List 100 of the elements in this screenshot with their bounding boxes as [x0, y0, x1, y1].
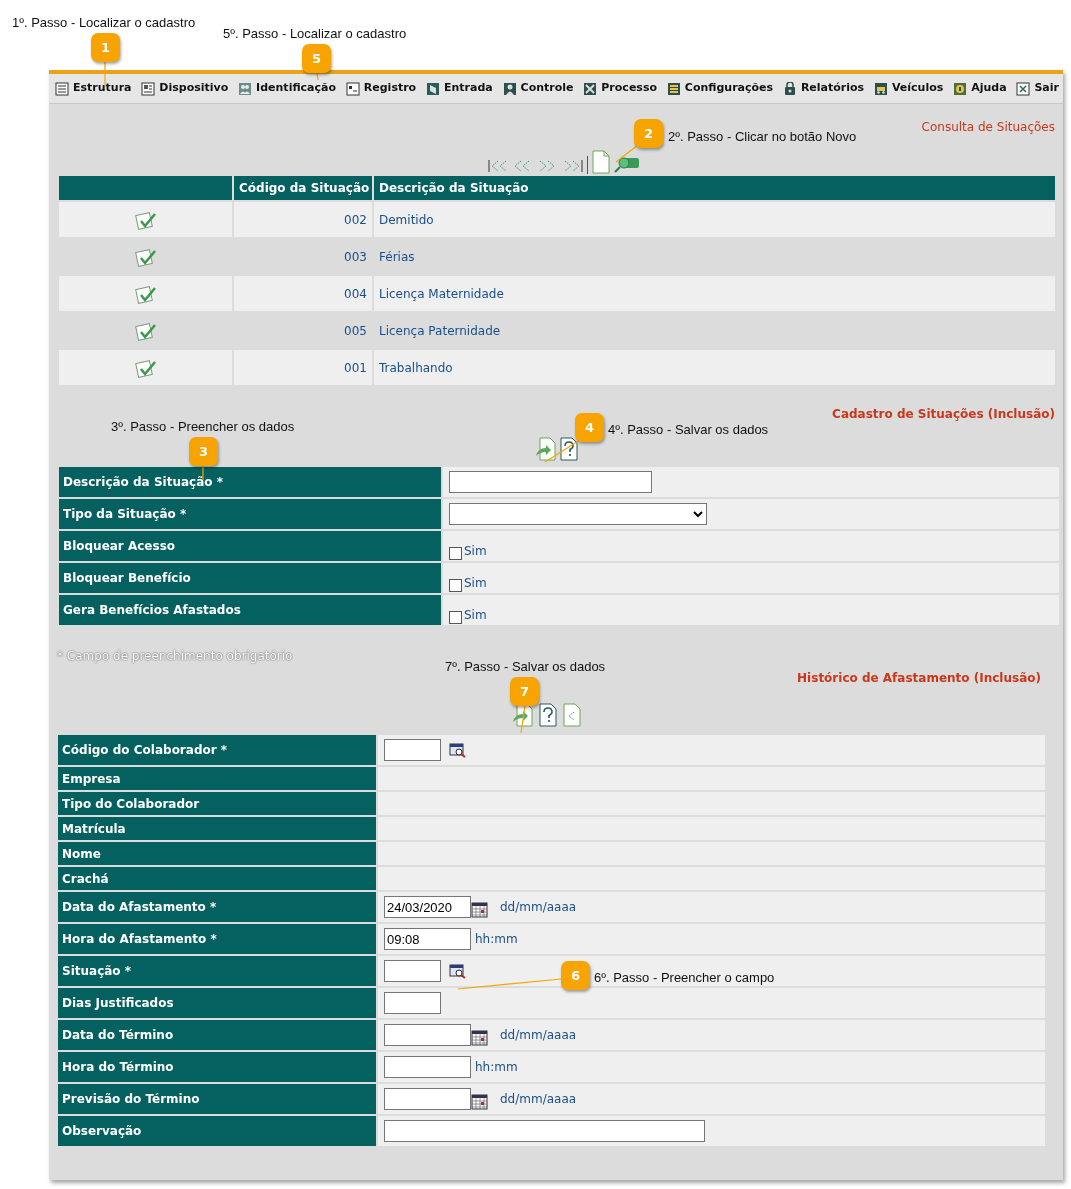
situation-code[interactable]: 001 [344, 358, 367, 377]
section-title: Cadastro de Situações (Inclusão) [832, 406, 1055, 423]
step-number-badge: 7 [510, 677, 539, 706]
situation-description[interactable]: Trabalhando [379, 358, 453, 377]
text-input[interactable] [384, 739, 441, 761]
time-format-hint: hh:mm [475, 1059, 518, 1076]
field-label: Situação * [58, 956, 376, 986]
situation-description[interactable]: Licença Paternidade [379, 321, 501, 340]
situation-code[interactable]: 003 [344, 247, 367, 266]
menu-item[interactable]: Dispositivo [141, 80, 229, 97]
leader-line [202, 465, 204, 481]
text-input[interactable] [384, 960, 441, 982]
field-label: Hora do Afastamento * [58, 924, 376, 954]
date-input[interactable] [384, 1024, 471, 1046]
field-label: Data do Término [58, 1020, 376, 1050]
step-number-badge: 5 [302, 44, 331, 73]
time-input[interactable]: 09:08 [384, 928, 471, 950]
menu-item[interactable]: Ajuda [953, 80, 1007, 97]
step-instruction: 5º. Passo - Localizar o cadastro [223, 25, 407, 43]
search-icon[interactable] [614, 156, 640, 174]
situation-code[interactable]: 005 [344, 321, 367, 340]
text-input[interactable] [449, 471, 652, 493]
form-icon [141, 81, 156, 96]
exit-icon [1016, 81, 1031, 96]
car-icon [873, 81, 888, 96]
checkbox-label: Sim [464, 543, 487, 560]
lookup-icon[interactable] [449, 963, 467, 979]
leader-line [520, 705, 526, 734]
field-label: Previsão do Término [58, 1084, 376, 1114]
field-label: Descrição da Situação * [59, 467, 441, 497]
menu-item[interactable]: Relatórios [782, 80, 865, 97]
checkbox[interactable] [449, 579, 462, 592]
field-label: Matrícula [58, 817, 376, 840]
field-label: Dias Justificados [58, 988, 376, 1018]
leader-line [544, 439, 581, 463]
page-icon [426, 81, 440, 96]
menu-item[interactable]: Controle [502, 80, 574, 97]
dropdown[interactable] [449, 503, 707, 525]
date-format-hint: dd/mm/aaaa [500, 1091, 577, 1108]
last-page-icon[interactable] [562, 158, 584, 174]
checkbox-label: Sim [464, 607, 487, 624]
section-title: Histórico de Afastamento (Inclusão) [797, 670, 1041, 687]
menu-item[interactable]: Configurações [666, 80, 774, 97]
field-label: Gera Benefícios Afastados [59, 595, 441, 625]
checkbox[interactable] [449, 547, 462, 560]
menu-item[interactable]: Veículos [873, 80, 944, 97]
leader-line [104, 61, 106, 87]
people-icon [238, 81, 253, 96]
menu-item[interactable]: Sair [1016, 80, 1059, 97]
leader-line [316, 72, 319, 81]
field-label: Tipo da Situação * [59, 499, 441, 529]
step-instruction: 1º. Passo - Localizar o cadastro [12, 14, 196, 32]
time-input[interactable] [384, 1056, 471, 1078]
date-input[interactable]: 24/03/2020 [384, 896, 471, 918]
menu-item[interactable]: Identificação [238, 80, 336, 97]
date-input[interactable] [384, 1088, 471, 1110]
step-instruction: 2º. Passo - Clicar no botão Novo [668, 128, 857, 146]
column-header: Código da Situação [234, 176, 372, 200]
field-label: Código do Colaborador * [58, 735, 376, 765]
checkbox-label: Sim [464, 575, 487, 592]
field-label: Data do Afastamento * [58, 892, 376, 922]
field-label: Observação [58, 1116, 376, 1146]
field-label: Crachá [58, 867, 376, 890]
person-icon [502, 81, 517, 96]
calendar-icon[interactable] [471, 1030, 488, 1046]
step-number-badge: 6 [561, 961, 590, 990]
field-label: Empresa [58, 767, 376, 790]
situation-description[interactable]: Demitido [379, 210, 434, 229]
step-instruction: 4º. Passo - Salvar os dados [608, 421, 769, 439]
step-number-badge: 2 [634, 119, 663, 148]
lookup-icon[interactable] [449, 742, 467, 758]
menu-item[interactable]: Estrutura [55, 80, 132, 97]
field-label: Hora do Término [58, 1052, 376, 1082]
calendar-icon[interactable] [471, 1094, 488, 1110]
date-format-hint: dd/mm/aaaa [500, 1027, 577, 1044]
leader-line [615, 144, 639, 163]
text-input[interactable] [384, 1120, 705, 1142]
time-format-hint: hh:mm [475, 931, 518, 948]
column-header: Descrição da Situação [374, 176, 1055, 200]
menu-item[interactable]: Registro [345, 80, 417, 97]
card-icon [345, 81, 360, 96]
field-label: Bloquear Acesso [59, 531, 441, 561]
situation-code[interactable]: 002 [344, 210, 367, 229]
help-icon[interactable] [538, 703, 558, 727]
step-number-badge: 4 [575, 413, 604, 442]
situation-description[interactable]: Licença Maternidade [379, 284, 504, 303]
stack-icon [666, 81, 681, 96]
help-icon[interactable] [559, 437, 579, 461]
step-number-badge: 3 [189, 437, 218, 466]
menu-item[interactable]: Processo [583, 80, 657, 97]
text-input[interactable] [384, 992, 441, 1014]
menu-item[interactable]: Entrada [426, 80, 493, 97]
situation-code[interactable]: 004 [344, 284, 367, 303]
situation-description[interactable]: Férias [379, 247, 415, 266]
list-icon [55, 81, 69, 96]
step-instruction: 7º. Passo - Salvar os dados [445, 658, 606, 676]
first-page-icon[interactable] [487, 158, 509, 174]
step-number-badge: 1 [91, 33, 120, 62]
checkbox[interactable] [449, 611, 462, 624]
calendar-icon[interactable] [471, 902, 488, 918]
